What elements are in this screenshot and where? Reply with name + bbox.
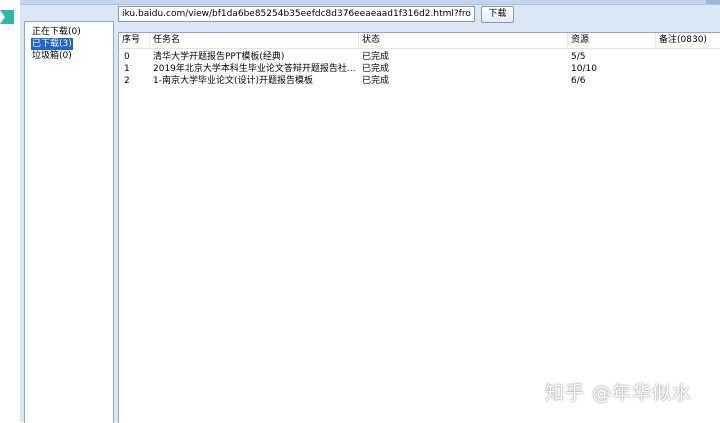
task-list: 序号 任务名 状态 资源 备注(0830) 0 清华大学开题报告PPT模板(经典… (118, 32, 720, 423)
cell-name: 2019年北京大学本科生毕业论文答辩开题报告社... (153, 64, 356, 74)
sidebar-item-trash[interactable]: 垃圾箱(0) (31, 50, 73, 62)
cell-index: 0 (124, 52, 130, 62)
cell-note (656, 63, 720, 75)
cell-index: 1 (124, 64, 130, 74)
url-input[interactable] (118, 6, 475, 22)
cell-note (656, 75, 720, 87)
cell-note (656, 51, 720, 63)
cell-name: 1-南京大学毕业论文(设计)开题报告模板 (153, 76, 313, 86)
corner-notch (706, 0, 720, 4)
column-header-resources[interactable]: 资源 (567, 33, 655, 48)
sidebar-item-downloading[interactable]: 正在下载(0) (31, 26, 82, 38)
left-margin (0, 0, 20, 422)
cell-status: 已完成 (362, 64, 390, 74)
column-header-name[interactable]: 任务名 (149, 33, 358, 48)
cell-status: 已完成 (362, 52, 390, 62)
table-row[interactable]: 0 清华大学开题报告PPT模板(经典) 已完成 5/5 (119, 51, 720, 63)
column-header-status[interactable]: 状态 (358, 33, 567, 48)
cell-name: 清华大学开题报告PPT模板(经典) (153, 52, 285, 62)
cell-resources: 10/10 (571, 64, 597, 74)
downloader-window: 正在下载(0) 已下载(3) 垃圾箱(0) 下载 序号 任务名 状态 资源 备注… (20, 0, 720, 423)
column-header-note[interactable]: 备注(0830) (655, 33, 720, 48)
download-button[interactable]: 下载 (481, 6, 514, 23)
column-header-index[interactable]: 序号 (119, 33, 149, 48)
cell-resources: 6/6 (571, 76, 586, 86)
table-row[interactable]: 2 1-南京大学毕业论文(设计)开题报告模板 已完成 6/6 (119, 75, 720, 87)
cell-resources: 5/5 (571, 52, 586, 62)
cell-status: 已完成 (362, 76, 390, 86)
sidebar: 正在下载(0) 已下载(3) 垃圾箱(0) (24, 21, 114, 423)
list-header: 序号 任务名 状态 资源 备注(0830) (119, 33, 720, 49)
top-strip (20, 0, 720, 5)
cell-index: 2 (124, 76, 130, 86)
table-row[interactable]: 1 2019年北京大学本科生毕业论文答辩开题报告社... 已完成 10/10 (119, 63, 720, 75)
sidebar-item-downloaded[interactable]: 已下载(3) (31, 38, 73, 50)
watermark: 知乎 @年华似水 (545, 382, 693, 404)
